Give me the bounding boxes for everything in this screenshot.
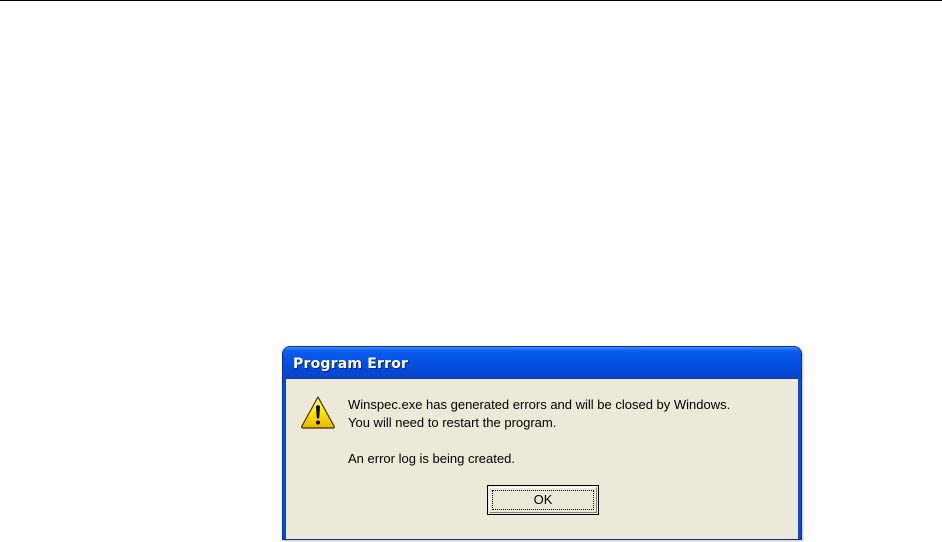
message-line-1: Winspec.exe has generated errors and wil… (348, 397, 731, 412)
program-error-dialog: Program Error Winspec.exe has generated … (282, 346, 802, 540)
screen: Program Error Winspec.exe has generated … (0, 0, 942, 542)
message-line-3: An error log is being created. (348, 451, 515, 466)
top-divider (0, 0, 942, 1)
warning-icon (301, 396, 335, 429)
dialog-body: Winspec.exe has generated errors and wil… (286, 379, 798, 539)
dialog-title: Program Error (293, 356, 409, 372)
message-line-2: You will need to restart the program. (348, 415, 557, 430)
ok-button[interactable]: OK (487, 485, 599, 515)
ok-button-label: OK (533, 492, 553, 507)
error-message: Winspec.exe has generated errors and wil… (348, 396, 730, 468)
dialog-titlebar[interactable]: Program Error (283, 347, 801, 379)
